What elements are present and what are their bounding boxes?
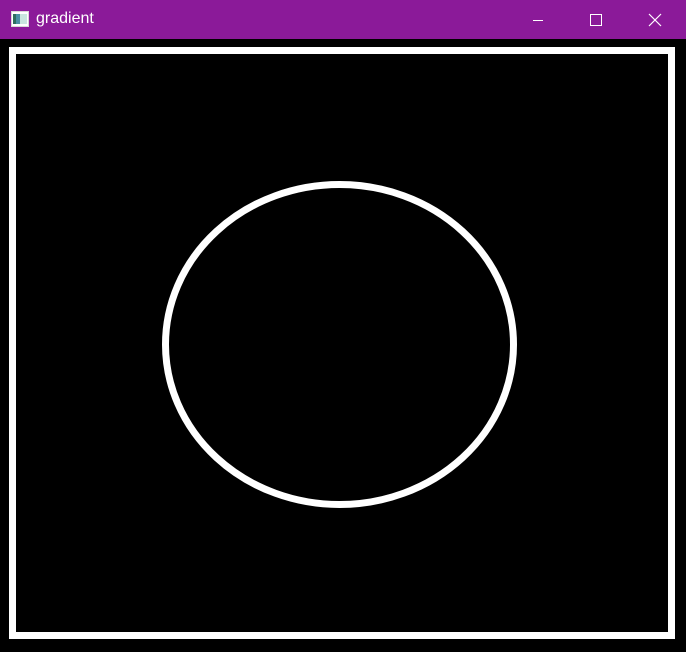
maximize-icon <box>590 13 602 26</box>
app-window: gradient <box>0 0 686 652</box>
window-title: gradient <box>36 10 94 27</box>
app-icon <box>11 11 29 27</box>
title-bar[interactable]: gradient <box>0 0 686 39</box>
close-icon <box>648 13 662 27</box>
image-background <box>0 39 686 652</box>
image-drawing <box>0 39 686 652</box>
minimize-icon <box>532 14 544 26</box>
minimize-button[interactable] <box>509 0 567 39</box>
image-canvas <box>0 39 686 652</box>
close-button[interactable] <box>626 0 684 39</box>
maximize-button[interactable] <box>567 0 625 39</box>
